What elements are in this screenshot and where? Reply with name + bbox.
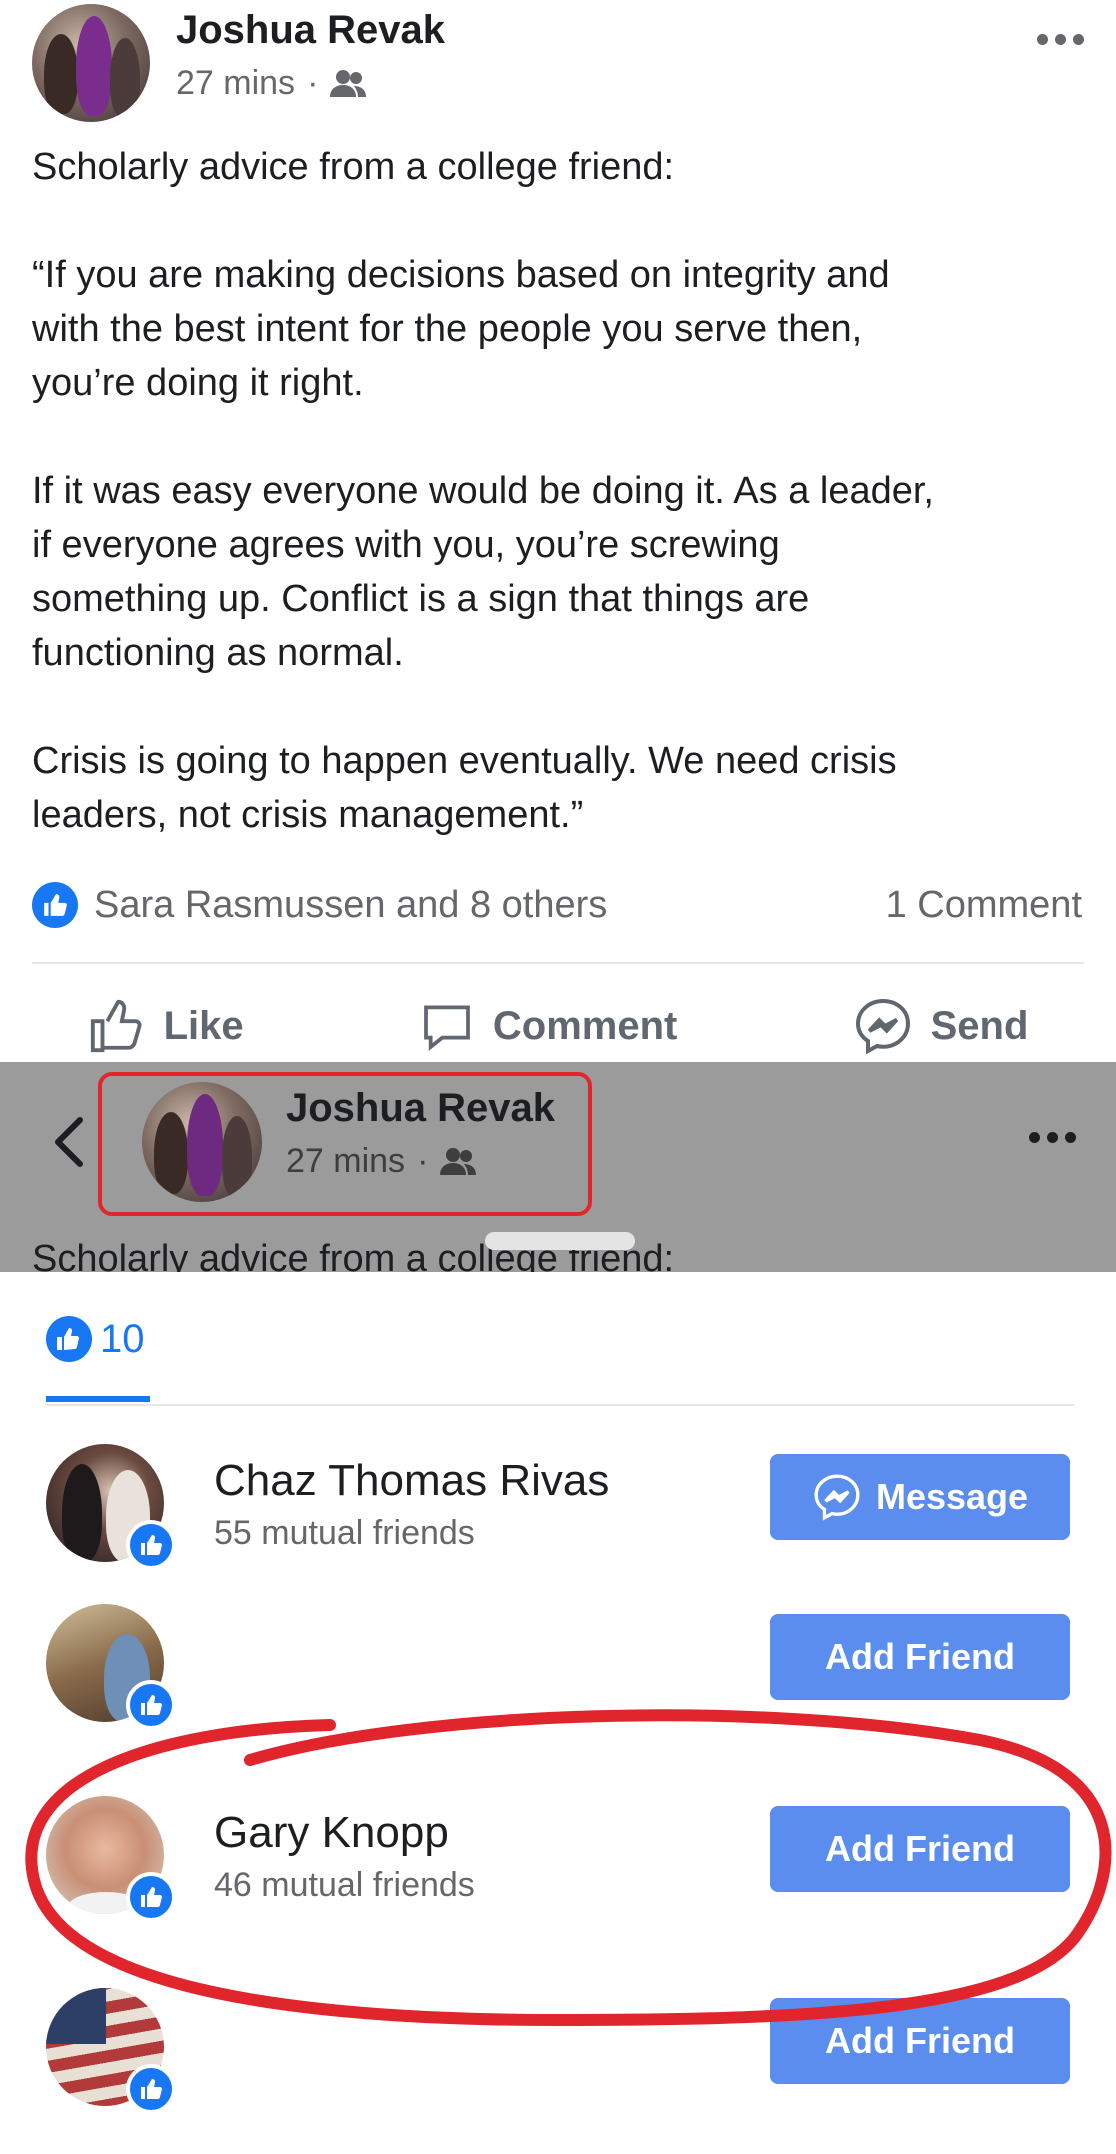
like-badge-icon xyxy=(126,2064,176,2114)
mutual-friends: 46 mutual friends xyxy=(214,1866,475,1904)
post-card: Joshua Revak 27 mins · Scholarly advice … xyxy=(0,0,1116,1062)
post-paragraph: If it was easy everyone would be doing i… xyxy=(32,470,934,674)
divider xyxy=(46,1404,1074,1406)
dimmed-post-header: Joshua Revak 27 mins · Scholarly advice … xyxy=(0,1062,1116,1272)
comments-count[interactable]: 1 Comment xyxy=(886,884,1082,927)
add-friend-label: Add Friend xyxy=(825,1828,1015,1869)
like-reaction-icon xyxy=(32,882,78,928)
message-label: Message xyxy=(875,1476,1029,1517)
tab-underline xyxy=(46,1396,150,1402)
messenger-icon xyxy=(814,1474,860,1521)
divider xyxy=(32,962,1084,964)
person-name[interactable]: Chaz Thomas Rivas xyxy=(214,1456,609,1506)
more-options-icon[interactable] xyxy=(1029,1132,1076,1143)
add-friend-button[interactable]: Add Friend xyxy=(770,1806,1070,1892)
author-name[interactable]: Joshua Revak xyxy=(176,8,445,53)
separator-dot: · xyxy=(307,64,319,102)
send-button[interactable]: Send xyxy=(853,996,1029,1056)
comment-label: Comment xyxy=(492,1003,678,1048)
reactions-text[interactable]: Sara Rasmussen and 8 others xyxy=(94,884,607,927)
list-item[interactable]: Add Friend xyxy=(0,1964,1116,2154)
messenger-icon xyxy=(855,998,910,1055)
thumbs-up-icon xyxy=(90,999,142,1053)
add-friend-label: Add Friend xyxy=(825,1636,1015,1677)
post-paragraph: Crisis is going to happen eventually. We… xyxy=(32,740,897,836)
comment-icon xyxy=(424,1005,470,1051)
post-actions: Like Comment Send xyxy=(0,990,1116,1062)
add-friend-button[interactable]: Add Friend xyxy=(770,1998,1070,2084)
tab-count: 10 xyxy=(100,1316,145,1361)
list-item[interactable]: Gary Knopp 46 mutual friends Add Friend xyxy=(0,1772,1116,1962)
post-paragraph: “If you are making decisions based on in… xyxy=(32,254,890,404)
post-time: 27 mins xyxy=(176,64,296,102)
send-label: Send xyxy=(930,1003,1029,1048)
sheet-grabber[interactable] xyxy=(485,1232,635,1250)
reactions-sheet: 10 Chaz Thomas Rivas 55 mutual friends M… xyxy=(0,1272,1116,2130)
like-badge-icon xyxy=(126,1520,176,1570)
post-body: Scholarly advice from a college friend: … xyxy=(32,140,1092,896)
like-badge-icon xyxy=(126,1872,176,1922)
like-button[interactable]: Like xyxy=(88,997,244,1055)
mutual-friends: 55 mutual friends xyxy=(214,1514,475,1552)
like-badge-icon xyxy=(126,1680,176,1730)
author-avatar[interactable] xyxy=(32,4,150,122)
person-name[interactable]: Gary Knopp xyxy=(214,1808,449,1858)
like-reaction-icon xyxy=(46,1316,92,1362)
add-friend-button[interactable]: Add Friend xyxy=(770,1614,1070,1700)
reactions-summary[interactable]: Sara Rasmussen and 8 others 1 Comment xyxy=(32,880,1082,930)
friends-icon xyxy=(330,69,367,97)
list-item[interactable]: Add Friend xyxy=(0,1580,1116,1770)
add-friend-label: Add Friend xyxy=(825,2020,1015,2061)
more-options-icon[interactable] xyxy=(1037,34,1084,45)
message-button[interactable]: Message xyxy=(770,1454,1070,1540)
comment-button[interactable]: Comment xyxy=(419,998,677,1054)
back-chevron-icon[interactable] xyxy=(50,1116,86,1168)
annotation-box xyxy=(98,1072,592,1216)
tab-all-likes[interactable]: 10 xyxy=(46,1316,145,1362)
post-paragraph: Scholarly advice from a college friend: xyxy=(32,146,675,188)
post-meta: 27 mins · xyxy=(176,64,367,103)
like-label: Like xyxy=(163,1003,244,1048)
